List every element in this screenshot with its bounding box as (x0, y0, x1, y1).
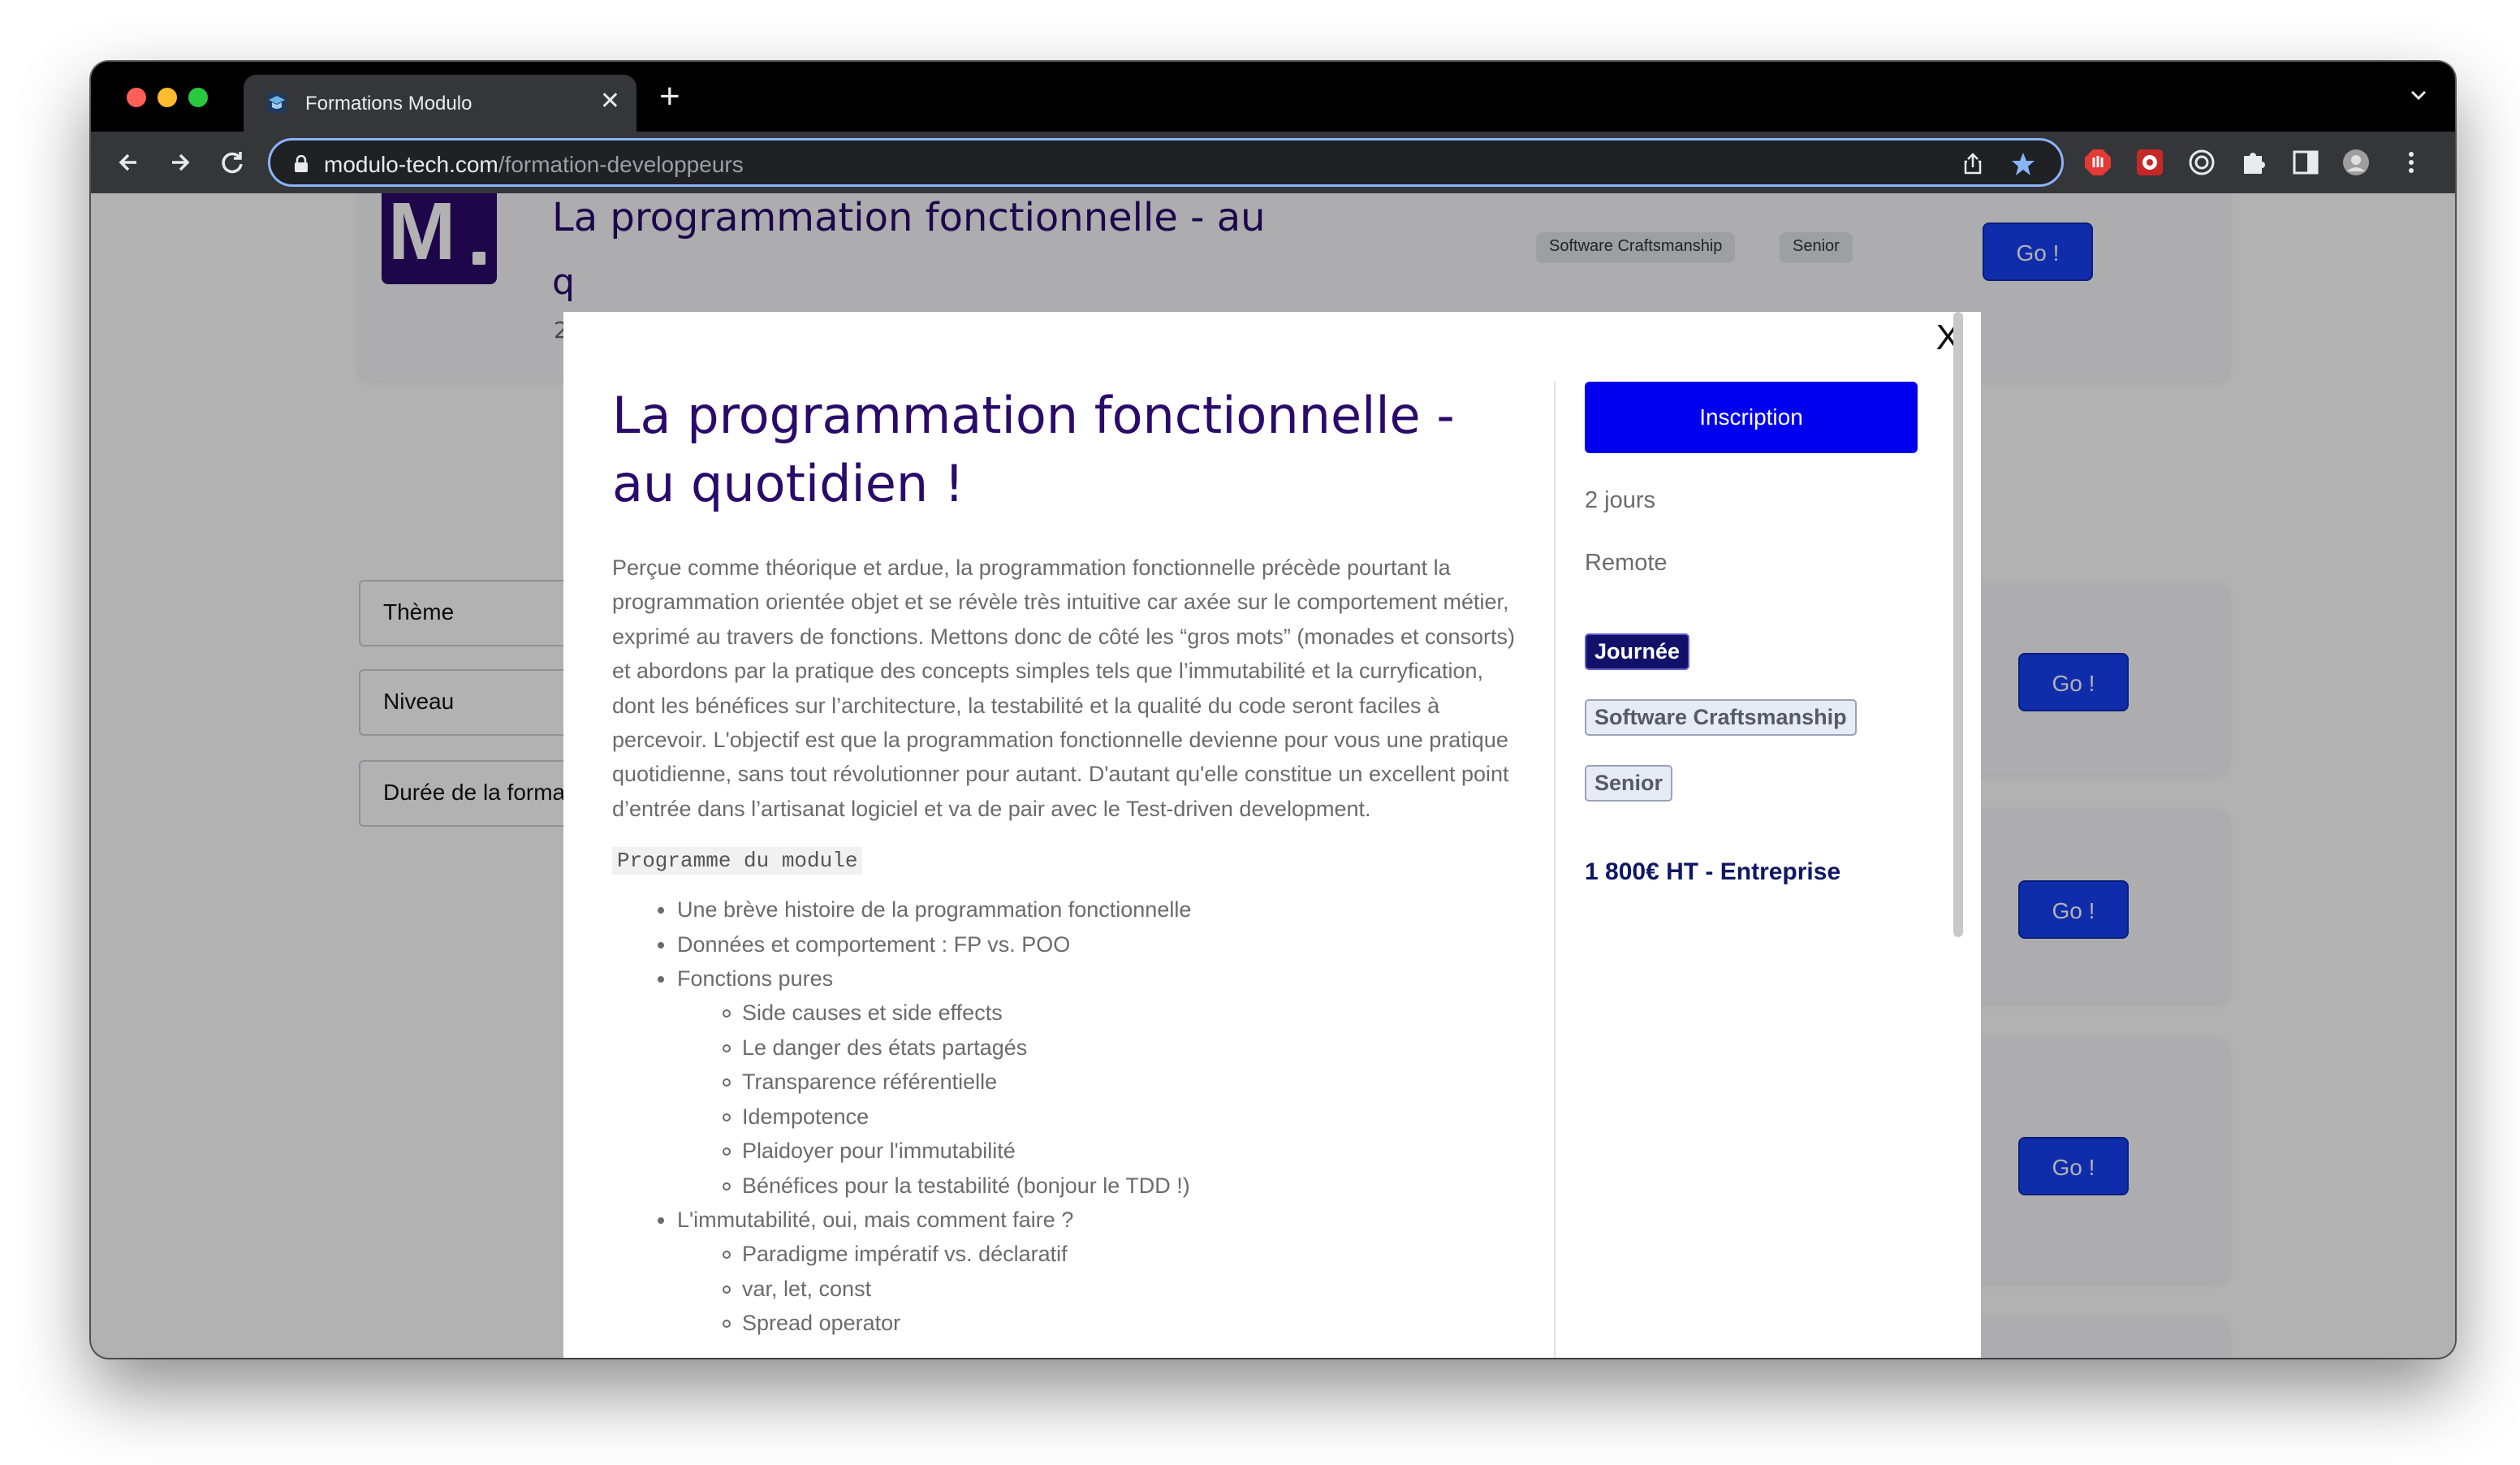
adblock-extension-icon[interactable] (2083, 148, 2112, 177)
browser-window: Formations Modulo ✕ + modulo-tech.com/fo… (91, 62, 2455, 1358)
program-item-text: Bénéfices pour la testabilité (bonjour l… (742, 1173, 1190, 1198)
kebab-menu-icon[interactable] (2397, 148, 2426, 177)
target-extension-icon[interactable] (2187, 148, 2216, 177)
program-item-text: Paradigme impératif vs. déclaratif (742, 1242, 1068, 1267)
format-badge: Journée (1585, 633, 1690, 670)
bullet-circle-icon (723, 1251, 731, 1260)
program-list: Une brève histoire de la programmation f… (612, 892, 1531, 1340)
course-description-panel: La programmation fonctionnelle - au quot… (612, 382, 1531, 1341)
bullet-disc-icon (658, 976, 664, 983)
tab-title: Formations Modulo (305, 93, 472, 115)
program-item-text: Idempotence (742, 1104, 869, 1129)
program-item: var, let, const (612, 1272, 1531, 1306)
program-item: Spread operator (612, 1306, 1531, 1340)
program-item: L'immutabilité, oui, mais comment faire … (612, 1203, 1531, 1237)
program-item: Le danger des états partagés (612, 1031, 1531, 1065)
extension-icon[interactable] (2135, 148, 2164, 177)
program-item-text: var, let, const (742, 1276, 872, 1301)
program-item-text: Données et comportement : FP vs. POO (677, 931, 1071, 957)
bullet-disc-icon (658, 907, 664, 914)
profile-avatar-icon[interactable] (2341, 148, 2371, 177)
address-bar[interactable]: modulo-tech.com/formation-developpeurs (268, 138, 2064, 187)
program-item-text: Fonctions pures (677, 966, 834, 992)
chevron-down-icon[interactable] (2406, 83, 2431, 107)
program-item-text: Une brève histoire de la programmation f… (677, 897, 1192, 923)
bullet-circle-icon (723, 1044, 731, 1052)
course-price: 1 800€ HT - Entreprise (1585, 858, 1841, 885)
program-item-text: Le danger des états partagés (742, 1035, 1028, 1060)
modal-divider (1554, 382, 1556, 1358)
course-sidebar: Inscription 2 jours Remote Journée Softw… (1585, 382, 1926, 886)
tab-bar: Formations Modulo ✕ + (91, 62, 2455, 132)
program-item-text: Transparence référentielle (742, 1070, 998, 1095)
program-item: Idempotence (612, 1100, 1531, 1134)
share-icon[interactable] (1959, 150, 1987, 178)
puzzle-piece-icon[interactable] (2239, 148, 2268, 177)
new-tab-button[interactable]: + (659, 78, 680, 115)
tab-close-icon[interactable]: ✕ (600, 88, 620, 115)
course-description: Perçue comme théorique et ardue, la prog… (612, 555, 1515, 821)
program-item: Bénéfices pour la testabilité (bonjour l… (612, 1169, 1531, 1203)
browser-toolbar: modulo-tech.com/formation-developpeurs (91, 132, 2455, 193)
program-item-text: Spread operator (742, 1311, 901, 1336)
program-label: Programme du module (612, 847, 863, 875)
program-item: Données et comportement : FP vs. POO (612, 927, 1531, 962)
side-panel-icon[interactable] (2291, 148, 2320, 177)
theme-badge: Software Craftsmanship (1585, 699, 1857, 736)
modal-scrollbar[interactable] (1953, 312, 1963, 937)
course-location: Remote (1585, 550, 1668, 576)
course-duration: 2 jours (1585, 487, 1656, 513)
bullet-circle-icon (723, 1320, 731, 1329)
zoom-window-button[interactable] (188, 88, 208, 107)
program-item: Side causes et side effects (612, 996, 1531, 1030)
bullet-circle-icon (723, 1078, 731, 1087)
program-item: Fonctions pures (612, 962, 1531, 996)
url-host: modulo-tech.com (324, 152, 498, 177)
close-window-button[interactable] (127, 88, 146, 107)
inscription-button[interactable]: Inscription (1585, 382, 1918, 453)
bookmark-star-icon[interactable] (2009, 150, 2037, 178)
program-item: Paradigme impératif vs. déclaratif (612, 1237, 1531, 1271)
url-text: modulo-tech.com/formation-developpeurs (324, 152, 744, 178)
bullet-circle-icon (723, 1113, 731, 1121)
course-detail-modal: X La programmation fonctionnelle - au qu… (563, 312, 1981, 1358)
forward-arrow-icon[interactable] (164, 146, 196, 179)
program-item-text: Side causes et side effects (742, 1000, 1003, 1026)
url-path: /formation-developpeurs (498, 152, 744, 177)
bullet-disc-icon (658, 1217, 664, 1224)
course-title: La programmation fonctionnelle - au quot… (612, 386, 1455, 513)
level-badge: Senior (1585, 765, 1673, 802)
back-arrow-icon[interactable] (112, 146, 145, 179)
bullet-disc-icon (658, 941, 664, 949)
page-content: M La programmation fonctionnelle - au q … (91, 193, 2455, 1358)
lock-icon (295, 155, 308, 172)
program-item: Une brève histoire de la programmation f… (612, 892, 1531, 927)
program-item: Transparence référentielle (612, 1065, 1531, 1099)
program-item-text: Plaidoyer pour l'immutabilité (742, 1139, 1016, 1164)
reload-icon[interactable] (216, 146, 248, 179)
browser-tab[interactable]: Formations Modulo ✕ (244, 75, 636, 132)
graduation-cap-icon (268, 93, 286, 113)
bullet-circle-icon (723, 1182, 731, 1191)
bullet-circle-icon (723, 1147, 731, 1156)
bullet-circle-icon (723, 1285, 731, 1294)
minimize-window-button[interactable] (158, 88, 177, 107)
program-item: Plaidoyer pour l'immutabilité (612, 1134, 1531, 1168)
program-item-text: L'immutabilité, oui, mais comment faire … (677, 1207, 1074, 1232)
bullet-circle-icon (723, 1009, 731, 1018)
